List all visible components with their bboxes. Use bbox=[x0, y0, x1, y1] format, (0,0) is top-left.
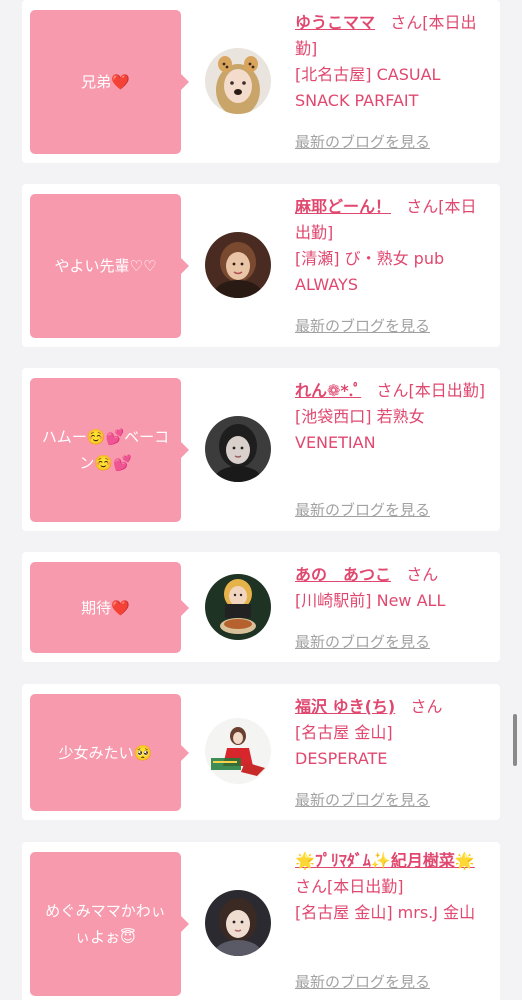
honorific: さん bbox=[410, 697, 443, 716]
avatar[interactable] bbox=[205, 48, 271, 114]
shop-name[interactable]: mrs.J 金山 bbox=[398, 903, 475, 922]
status-badge: [本日出勤] bbox=[327, 877, 404, 896]
latest-blog-link[interactable]: 最新のブログを見る bbox=[295, 632, 430, 652]
shop-name[interactable]: DESPERATE bbox=[295, 749, 387, 768]
cast-name-link[interactable]: れん❁*.ﾟ bbox=[295, 381, 361, 400]
latest-blog-link[interactable]: 最新のブログを見る bbox=[295, 790, 430, 810]
comment-text: 兄弟 bbox=[81, 73, 112, 91]
latest-blog-link[interactable]: 最新のブログを見る bbox=[295, 316, 430, 336]
shop-name[interactable]: New ALL bbox=[377, 591, 446, 610]
comment-bubble: ハムー☺️💕ベーコン☺️💕 bbox=[30, 378, 189, 522]
comment-bubble: 期待❤️ bbox=[30, 562, 189, 653]
area-label: [川崎駅前] bbox=[295, 591, 372, 610]
scrollbar-thumb[interactable] bbox=[513, 714, 517, 766]
honorific: さん bbox=[406, 197, 439, 216]
cast-info: れん❁*.ﾟ さん[本日出勤] [池袋西口] 若熟女 VENETIAN bbox=[295, 378, 490, 456]
latest-blog-link[interactable]: 最新のブログを見る bbox=[295, 132, 430, 152]
comment-text: 少女みたい🥺 bbox=[58, 743, 153, 762]
honorific: さん bbox=[376, 381, 409, 400]
area-label: [名古屋 金山] bbox=[295, 723, 393, 742]
comment-bubble: 少女みたい🥺 bbox=[30, 694, 189, 811]
cast-name-link[interactable]: ゆうこママ bbox=[295, 13, 375, 32]
avatar[interactable] bbox=[205, 416, 271, 482]
avatar[interactable] bbox=[205, 890, 271, 956]
comment-card: 期待❤️ あの あつこ さん [川崎駅前] New ALL 最新のブログを見る bbox=[22, 552, 500, 662]
honorific: さん bbox=[390, 13, 423, 32]
avatar[interactable] bbox=[205, 574, 271, 640]
cast-info: ゆうこママ さん[本日出勤] [北名古屋] CASUAL SNACK PARFA… bbox=[295, 10, 490, 114]
comment-text: 期待 bbox=[81, 598, 112, 617]
comment-card: 少女みたい🥺 福沢 ゆき(ち) さん [名古屋 金山] DESPERATE 最新… bbox=[22, 684, 500, 820]
cast-info: 福沢 ゆき(ち) さん [名古屋 金山] DESPERATE bbox=[295, 694, 490, 772]
recent-comments-feed: 兄弟❤️ ゆうこママ さん[本日出勤] [北名古屋] CASUAL SNACK … bbox=[0, 0, 522, 1000]
cast-name-link[interactable]: 🌟ﾌﾟﾘﾏﾀﾞﾑ✨紀月樹菜🌟 bbox=[295, 851, 475, 870]
comment-text: ハムー☺️💕ベーコン☺️💕 bbox=[41, 428, 170, 472]
latest-blog-link[interactable]: 最新のブログを見る bbox=[295, 972, 430, 992]
area-label: [池袋西口] bbox=[295, 407, 372, 426]
honorific: さん bbox=[295, 877, 328, 896]
cast-info: 🌟ﾌﾟﾘﾏﾀﾞﾑ✨紀月樹菜🌟 さん[本日出勤] [名古屋 金山] mrs.J 金… bbox=[295, 848, 490, 926]
avatar[interactable] bbox=[205, 718, 271, 784]
comment-card: めぐみママかわぃぃよぉ😇 🌟ﾌﾟﾘﾏﾀﾞﾑ✨紀月樹菜🌟 さん[本日出勤] [名古… bbox=[22, 842, 500, 1000]
heart-emoji: ❤️ bbox=[111, 73, 130, 91]
heart-emoji: ❤️ bbox=[111, 598, 130, 617]
cast-name-link[interactable]: 麻耶どーん！ bbox=[295, 197, 391, 216]
latest-blog-link[interactable]: 最新のブログを見る bbox=[295, 500, 430, 520]
comment-bubble: やよい先輩♡♡ bbox=[30, 194, 189, 338]
comment-card: 兄弟❤️ ゆうこママ さん[本日出勤] [北名古屋] CASUAL SNACK … bbox=[22, 0, 500, 163]
cast-info: あの あつこ さん [川崎駅前] New ALL bbox=[295, 562, 490, 614]
honorific: さん bbox=[406, 565, 439, 584]
comment-card: ハムー☺️💕ベーコン☺️💕 れん❁*.ﾟ さん[本日出勤] [池袋西口] 若熟女… bbox=[22, 368, 500, 531]
status-badge: [本日出勤] bbox=[408, 381, 486, 400]
avatar[interactable] bbox=[205, 232, 271, 298]
comment-text: めぐみママかわぃぃよぉ😇 bbox=[45, 902, 166, 946]
comment-text: やよい先輩♡♡ bbox=[54, 257, 157, 275]
comment-bubble: めぐみママかわぃぃよぉ😇 bbox=[30, 852, 189, 996]
cast-info: 麻耶どーん！ さん[本日出勤] [清瀬] び・熟女 pub ALWAYS bbox=[295, 194, 490, 298]
comment-bubble: 兄弟❤️ bbox=[30, 10, 189, 154]
comment-card: やよい先輩♡♡ 麻耶どーん！ さん[本日出勤] [清瀬] び・熟女 pub AL… bbox=[22, 184, 500, 347]
cast-name-link[interactable]: あの あつこ bbox=[295, 565, 391, 584]
cast-name-link[interactable]: 福沢 ゆき(ち) bbox=[295, 697, 395, 716]
area-label: [清瀬] bbox=[295, 249, 340, 268]
area-label: [北名古屋] bbox=[295, 65, 372, 84]
area-label: [名古屋 金山] bbox=[295, 903, 393, 922]
